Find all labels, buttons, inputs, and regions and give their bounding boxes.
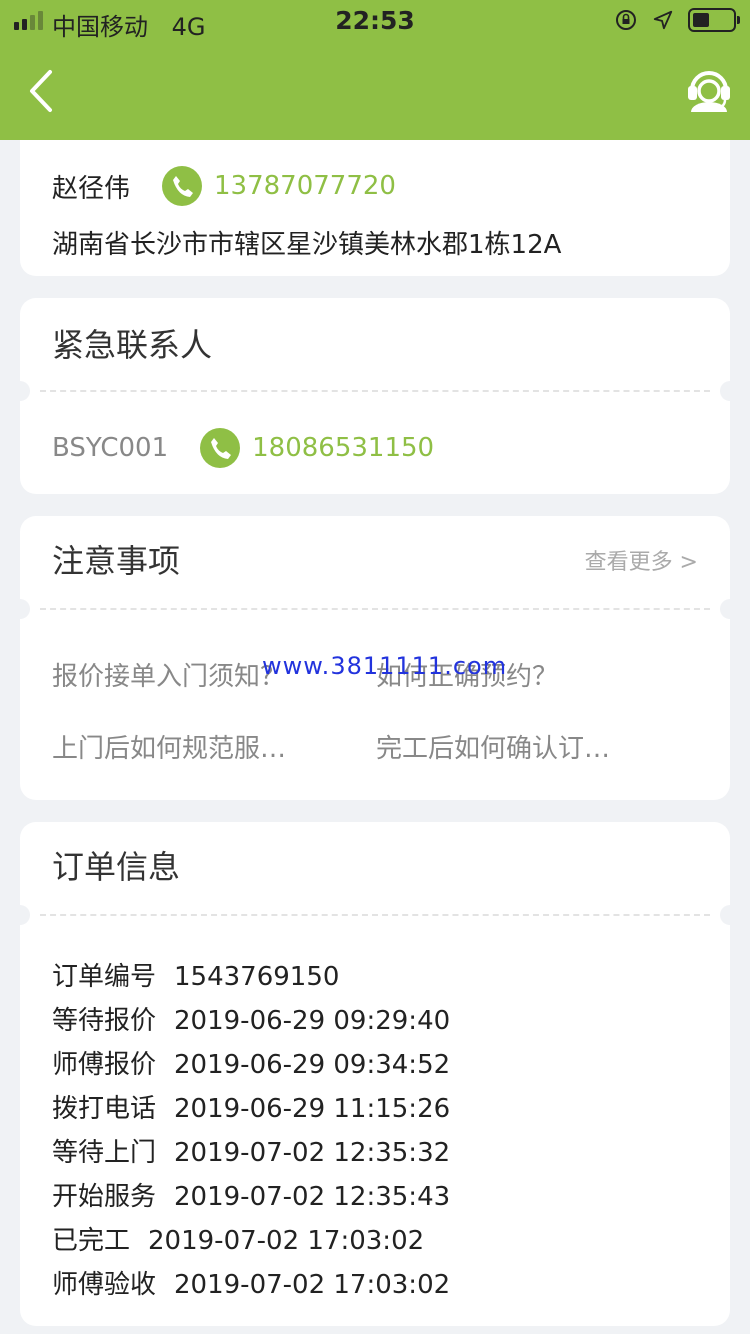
card-divider [40, 608, 710, 610]
app-header: 中国移动 4G 22:53 [0, 0, 750, 140]
battery-icon [688, 8, 740, 32]
customer-phone[interactable]: 13787077720 [214, 171, 396, 201]
emergency-title: 紧急联系人 [52, 326, 213, 364]
order-row: 师傅验收 2019-07-02 17:03:02 [52, 1270, 451, 1300]
order-row: 开始服务 2019-07-02 12:35:43 [52, 1182, 451, 1212]
note-link[interactable]: 报价接单入门须知？ [52, 656, 286, 693]
order-row: 等待上门 2019-07-02 12:35:32 [52, 1138, 451, 1168]
customer-address: 湖南省长沙市市辖区星沙镇美林水郡1栋12A [52, 230, 562, 260]
customer-service-button[interactable] [684, 62, 734, 116]
location-icon [653, 10, 673, 30]
status-bar: 中国移动 4G 22:53 [0, 0, 750, 41]
notes-title: 注意事项 [52, 542, 181, 580]
order-row: 拨打电话 2019-06-29 11:15:26 [52, 1094, 451, 1124]
order-title: 订单信息 [52, 848, 181, 886]
note-link[interactable]: 上门后如何规范服… [52, 728, 286, 765]
phone-icon[interactable] [200, 428, 241, 468]
back-button[interactable] [22, 64, 62, 118]
customer-service-icon [688, 71, 730, 112]
note-link[interactable]: 完工后如何确认订… [376, 728, 610, 765]
emergency-contact-name: BSYC001 [52, 433, 169, 463]
card-divider [40, 914, 710, 916]
order-info-card: 订单信息 订单编号 1543769150 等待报价 2019-06-29 09:29… [10, 822, 740, 1326]
phone-icon[interactable] [162, 166, 203, 206]
view-more-link[interactable]: 查看更多 > [585, 544, 698, 576]
customer-name: 赵径伟 [52, 173, 131, 204]
order-row: 已完工 2019-07-02 17:03:02 [52, 1226, 425, 1256]
orientation-lock-icon [616, 10, 636, 30]
order-row: 师傅报价 2019-06-29 09:34:52 [52, 1050, 451, 1080]
order-row: 订单编号 1543769150 [52, 962, 340, 992]
chevron-left-icon [30, 70, 52, 112]
card-divider [40, 390, 710, 392]
watermark-text: www.3811111.com [262, 652, 508, 680]
customer-card: 赵径伟 13787077720 湖南省长沙市市辖区星沙镇美林水郡1栋12A [20, 140, 730, 276]
emergency-phone[interactable]: 18086531150 [252, 433, 434, 463]
order-row: 等待报价 2019-06-29 09:29:40 [52, 1006, 451, 1036]
emergency-contact-card: 紧急联系人 BSYC001 18086531150 [10, 298, 740, 494]
